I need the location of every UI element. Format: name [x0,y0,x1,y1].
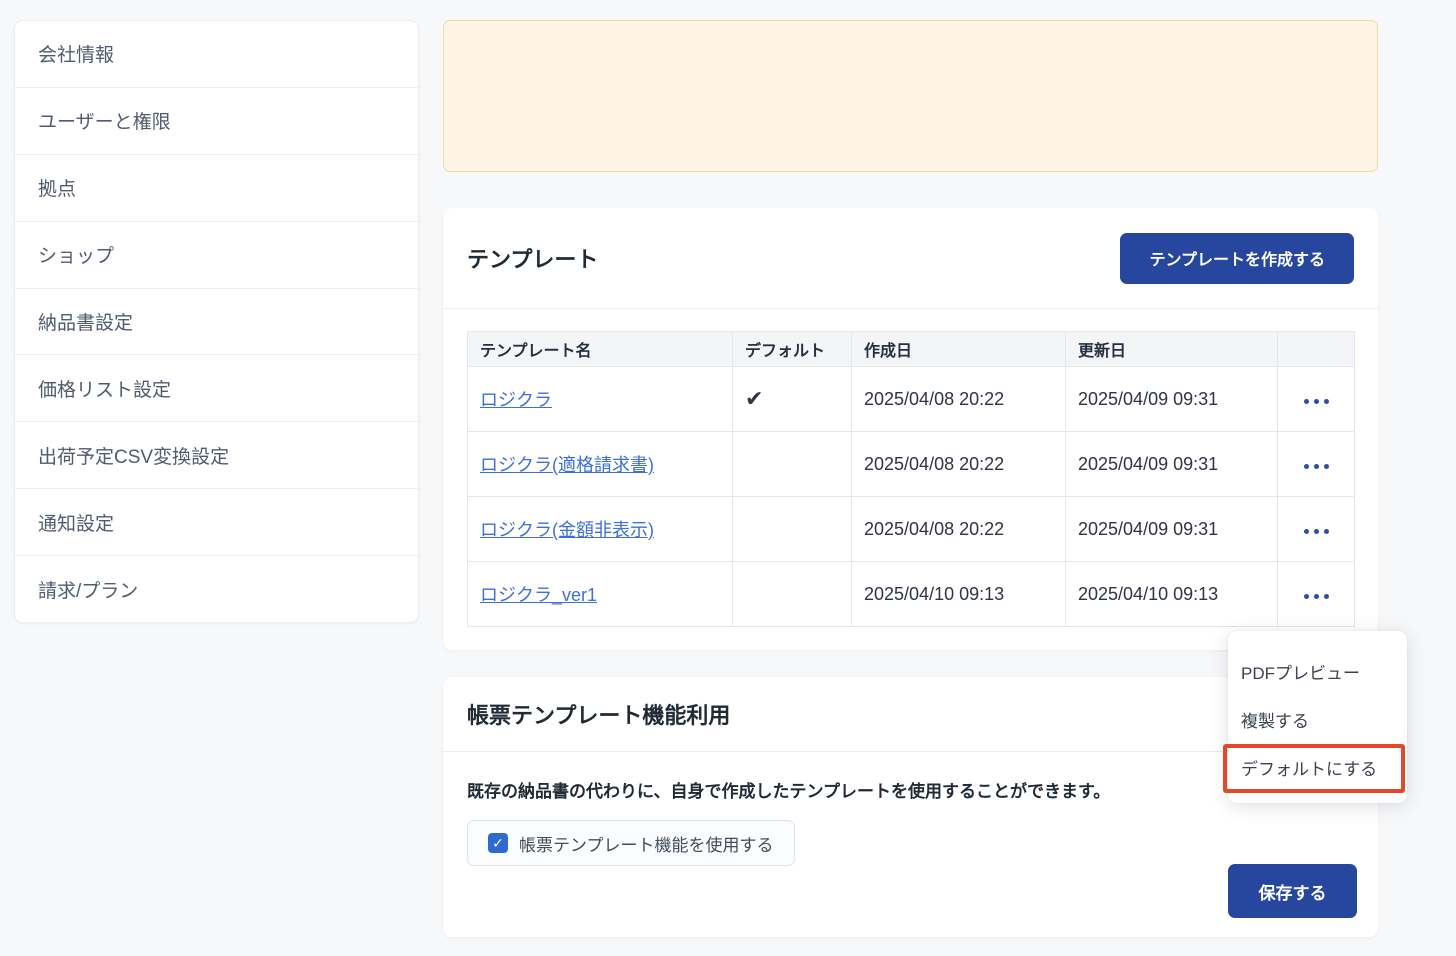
sidebar-item-shipping-csv-settings[interactable]: 出荷予定CSV変換設定 [15,422,418,489]
checked-checkbox-icon[interactable]: ✓ [488,833,508,853]
column-header-updated: 更新日 [1066,332,1278,367]
created-date: 2025/04/08 20:22 [852,432,1066,497]
sidebar-item-label: 通知設定 [38,509,114,536]
row-actions-ellipsis-icon[interactable] [1298,523,1335,540]
sidebar-item-notification-settings[interactable]: 通知設定 [15,489,418,556]
table-row: ロジクラ ✔ 2025/04/08 20:22 2025/04/09 09:31 [468,367,1355,432]
menu-item-pdf-preview[interactable]: PDFプレビュー [1228,647,1407,695]
updated-date: 2025/04/09 09:31 [1066,432,1278,497]
sidebar-item-label: 請求/プラン [38,576,138,603]
sidebar-item-label: 出荷予定CSV変換設定 [38,442,229,469]
sidebar-item-billing-plan[interactable]: 請求/プラン [15,556,418,623]
created-date: 2025/04/08 20:22 [852,367,1066,432]
template-section: テンプレート テンプレートを作成する テンプレート名 デフォルト 作成日 更新日… [443,208,1378,650]
updated-date: 2025/04/10 09:13 [1066,562,1278,627]
column-header-default: デフォルト [733,332,852,367]
template-link[interactable]: ロジクラ(適格請求書) [480,455,654,475]
sidebar-item-locations[interactable]: 拠点 [15,155,418,222]
sidebar-item-users-permissions[interactable]: ユーザーと権限 [15,88,418,155]
feature-section-title: 帳票テンプレート機能利用 [467,698,730,730]
sidebar-item-label: 価格リスト設定 [38,375,171,402]
sidebar-item-label: ユーザーと権限 [38,107,171,134]
notice-banner [443,20,1378,172]
template-link[interactable]: ロジクラ_ver1 [480,585,597,605]
template-table: テンプレート名 デフォルト 作成日 更新日 ロジクラ ✔ 2025/04/08 … [467,331,1355,627]
save-button[interactable]: 保存する [1228,864,1357,918]
use-template-feature-checkbox-group[interactable]: ✓ 帳票テンプレート機能を使用する [467,820,795,866]
column-header-created: 作成日 [852,332,1066,367]
sidebar-item-company-info[interactable]: 会社情報 [15,21,418,88]
template-link[interactable]: ロジクラ(金額非表示) [480,520,654,540]
create-template-button[interactable]: テンプレートを作成する [1120,233,1354,284]
menu-item-duplicate[interactable]: 複製する [1228,695,1407,743]
sidebar-item-price-list-settings[interactable]: 価格リスト設定 [15,355,418,422]
row-actions-context-menu: PDFプレビュー 複製する デフォルトにする [1228,631,1407,803]
row-actions-ellipsis-icon[interactable] [1298,458,1335,475]
sidebar-item-label: 納品書設定 [38,308,133,335]
table-row: ロジクラ_ver1 2025/04/10 09:13 2025/04/10 09… [468,562,1355,627]
created-date: 2025/04/10 09:13 [852,562,1066,627]
row-actions-ellipsis-icon[interactable] [1298,393,1335,410]
column-header-template-name: テンプレート名 [468,332,733,367]
default-check-icon: ✔ [745,386,763,411]
checkbox-label: 帳票テンプレート機能を使用する [519,831,774,856]
updated-date: 2025/04/09 09:31 [1066,367,1278,432]
table-row: ロジクラ(適格請求書) 2025/04/08 20:22 2025/04/09 … [468,432,1355,497]
settings-sidebar: 会社情報 ユーザーと権限 拠点 ショップ 納品書設定 価格リスト設定 出荷予定C… [14,20,419,623]
menu-item-set-default[interactable]: デフォルトにする [1228,743,1407,791]
template-link[interactable]: ロジクラ [480,390,552,410]
sidebar-item-label: ショップ [38,241,114,268]
sidebar-item-delivery-note-settings[interactable]: 納品書設定 [15,289,418,356]
column-header-actions [1278,332,1355,367]
template-section-header: テンプレート テンプレートを作成する [443,208,1378,309]
sidebar-item-label: 会社情報 [38,40,114,67]
updated-date: 2025/04/09 09:31 [1066,497,1278,562]
created-date: 2025/04/08 20:22 [852,497,1066,562]
template-section-title: テンプレート [467,242,598,274]
sidebar-item-label: 拠点 [38,174,76,201]
table-row: ロジクラ(金額非表示) 2025/04/08 20:22 2025/04/09 … [468,497,1355,562]
row-actions-ellipsis-icon[interactable] [1298,588,1335,605]
table-header-row: テンプレート名 デフォルト 作成日 更新日 [468,332,1355,367]
sidebar-item-shops[interactable]: ショップ [15,222,418,289]
feature-description: 既存の納品書の代わりに、自身で作成したテンプレートを使用することができます。 [467,777,1354,802]
